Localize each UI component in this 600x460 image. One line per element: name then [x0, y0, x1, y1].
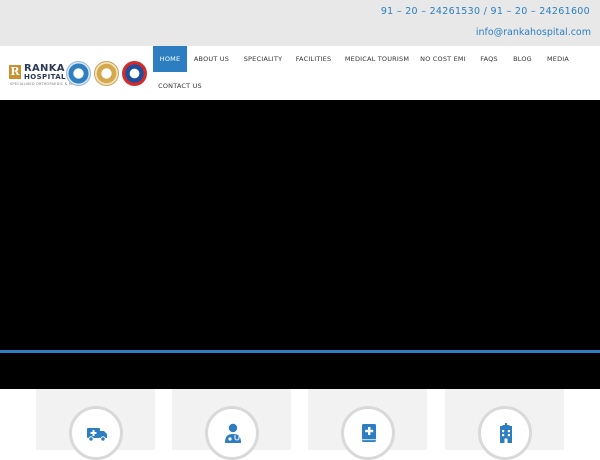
service-card-hospital[interactable]	[445, 389, 564, 460]
nav-contact-us[interactable]: CONTACT US	[156, 73, 204, 99]
nav-faqs[interactable]: FAQS	[477, 46, 501, 72]
nav-medical-tourism[interactable]: MEDICAL TOURISM	[343, 46, 411, 72]
service-card-doctor[interactable]	[172, 389, 291, 460]
logo-subtitle: HOSPITAL	[24, 73, 66, 81]
certification-badge-icon	[122, 61, 147, 86]
service-card-records[interactable]	[308, 389, 427, 460]
award-badge-icon	[94, 61, 119, 86]
icon-circle	[478, 406, 532, 460]
hero-divider-line	[0, 350, 600, 353]
email-link[interactable]: info@rankahospital.com	[476, 27, 591, 38]
accreditation-badge-icon	[66, 61, 91, 86]
doctor-icon	[225, 423, 241, 443]
nav-about-us[interactable]: ABOUT US	[191, 46, 232, 72]
nav-speciality[interactable]: SPECIALITY	[239, 46, 287, 72]
icon-circle	[341, 406, 395, 460]
service-cards	[0, 389, 600, 460]
logo-mark: R	[9, 65, 21, 79]
nav-facilities[interactable]: FACILITIES	[292, 46, 335, 72]
ambulance-icon	[87, 428, 107, 442]
nav-no-cost-emi[interactable]: NO COST EMI	[418, 46, 468, 72]
hospital-building-icon	[500, 423, 512, 443]
main-navigation: HOME ABOUT US SPECIALITY FACILITIES MEDI…	[153, 46, 600, 100]
top-contact-bar: 91 – 20 – 24261530 / 91 – 20 – 24261600 …	[0, 0, 600, 46]
nav-media[interactable]: MEDIA	[544, 46, 572, 72]
nav-blog[interactable]: BLOG	[509, 46, 536, 72]
medical-book-icon	[362, 424, 376, 442]
service-card-ambulance[interactable]	[36, 389, 155, 460]
icon-circle	[205, 406, 259, 460]
hero-slider	[0, 100, 600, 389]
phone-numbers[interactable]: 91 – 20 – 24261530 / 91 – 20 – 24261600	[381, 6, 590, 17]
icon-circle	[69, 406, 123, 460]
nav-home[interactable]: HOME	[153, 46, 187, 72]
